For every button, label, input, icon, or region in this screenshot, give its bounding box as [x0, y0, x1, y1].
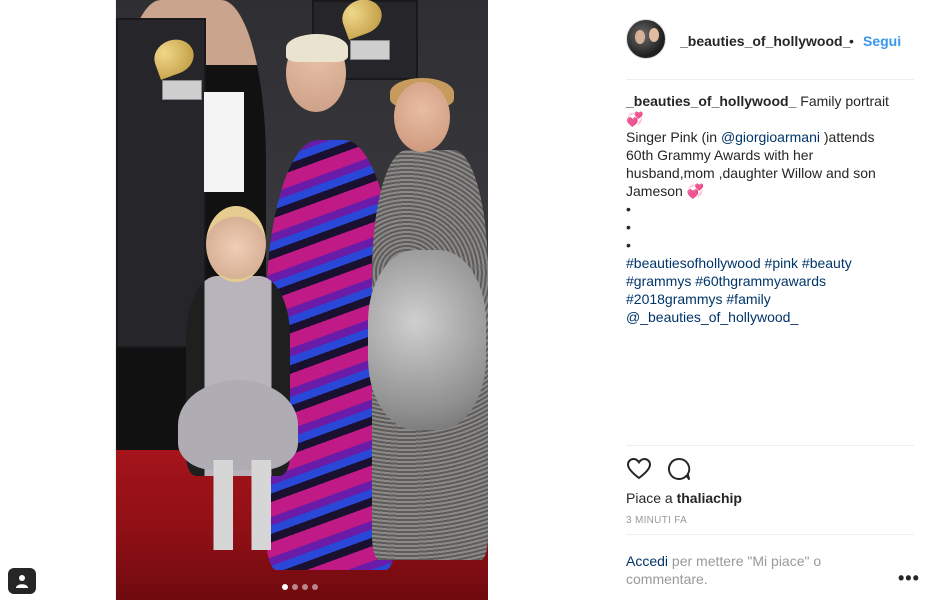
follow-button[interactable]: Segui [863, 33, 901, 49]
left-gutter [0, 0, 116, 600]
girl-head [206, 206, 266, 282]
carousel-dot[interactable] [302, 584, 308, 590]
post-photo[interactable] [116, 0, 488, 600]
actions-divider [626, 445, 914, 446]
hashtag-link[interactable]: #beautiesofhollywood [626, 255, 761, 271]
avatar[interactable] [626, 19, 666, 59]
post-side-panel: _beauties_of_hollywood_ • Segui _beautie… [488, 0, 937, 600]
caption-line: 💞 [626, 110, 916, 128]
carousel-dot[interactable] [282, 584, 288, 590]
caption-line: Jameson 💞 [626, 182, 916, 200]
hashtag-link[interactable]: #2018grammys [626, 291, 723, 307]
caption-bullet: • [626, 219, 631, 235]
heart-emoji-icon: 💞 [686, 183, 705, 199]
mention-link[interactable]: @_beauties_of_hollywood_ [626, 309, 798, 325]
likes-username[interactable]: thaliachip [677, 490, 742, 506]
man-shirt [204, 92, 244, 192]
comment-icon[interactable] [666, 456, 692, 482]
hashtag-line: #beautiesofhollywood #pink #beauty [626, 254, 916, 272]
likes-line: Piace a thaliachip [626, 490, 742, 506]
carousel-dot[interactable] [312, 584, 318, 590]
header-divider [626, 79, 914, 80]
caption-username[interactable]: _beauties_of_hollywood_ [626, 93, 796, 109]
caption-bullet: • [626, 201, 631, 217]
hashtag-link[interactable]: #60thgrammyawards [695, 273, 826, 289]
caption-line: 60th Grammy Awards with her [626, 147, 814, 163]
hashtag-link[interactable]: #beauty [802, 255, 852, 271]
hashtag-link[interactable]: #family [726, 291, 770, 307]
header-username[interactable]: _beauties_of_hollywood_ [680, 33, 850, 49]
likes-prefix: Piace a [626, 490, 677, 506]
pink-hair [286, 34, 348, 62]
caption-bullet: • [626, 237, 631, 253]
mom-head [394, 82, 450, 152]
heart-emoji-icon: 💞 [626, 111, 644, 127]
post-header: _beauties_of_hollywood_ • Segui [488, 0, 937, 80]
caption: _beauties_of_hollywood_ Family portrait … [626, 92, 916, 326]
more-options-icon[interactable]: ••• [898, 568, 920, 589]
hashtag-link[interactable]: #pink [765, 255, 798, 271]
post-actions [626, 456, 692, 482]
caption-text: Jameson [626, 183, 683, 199]
caption-text: Singer Pink (in [626, 129, 721, 145]
hashtag-line: @_beauties_of_hollywood_ [626, 308, 916, 326]
carousel-dots [282, 584, 318, 590]
caption-line: husband,mom ,daughter Willow and son [626, 165, 876, 181]
caption-text: Family portrait [800, 93, 889, 109]
girl-legs [208, 460, 278, 550]
caption-line: Singer Pink (in @giorgioarmani )attends [626, 128, 916, 146]
caption-text: )attends [819, 129, 875, 145]
grammy-statue-right [337, 0, 392, 60]
heart-icon[interactable] [626, 456, 652, 482]
post-timestamp[interactable]: 3 MINUTI FA [626, 515, 687, 526]
header-separator: • [849, 33, 854, 49]
mention-link[interactable]: @giorgioarmani [721, 129, 820, 145]
hashtag-line: #2018grammys #family [626, 290, 916, 308]
footer-divider [626, 534, 914, 535]
caption-line: _beauties_of_hollywood_ Family portrait [626, 92, 916, 110]
girl-skirt [178, 380, 298, 470]
hashtag-line: #grammys #60thgrammyawards [626, 272, 916, 290]
carousel-dot[interactable] [292, 584, 298, 590]
login-link[interactable]: Accedi [626, 553, 668, 569]
mom-fur-stole [368, 250, 486, 430]
user-tag-icon[interactable] [8, 568, 36, 594]
grammy-statue-left [149, 34, 204, 100]
login-prompt: Accedi per mettere "Mi piace" o commenta… [626, 552, 866, 588]
hashtag-link[interactable]: #grammys [626, 273, 691, 289]
